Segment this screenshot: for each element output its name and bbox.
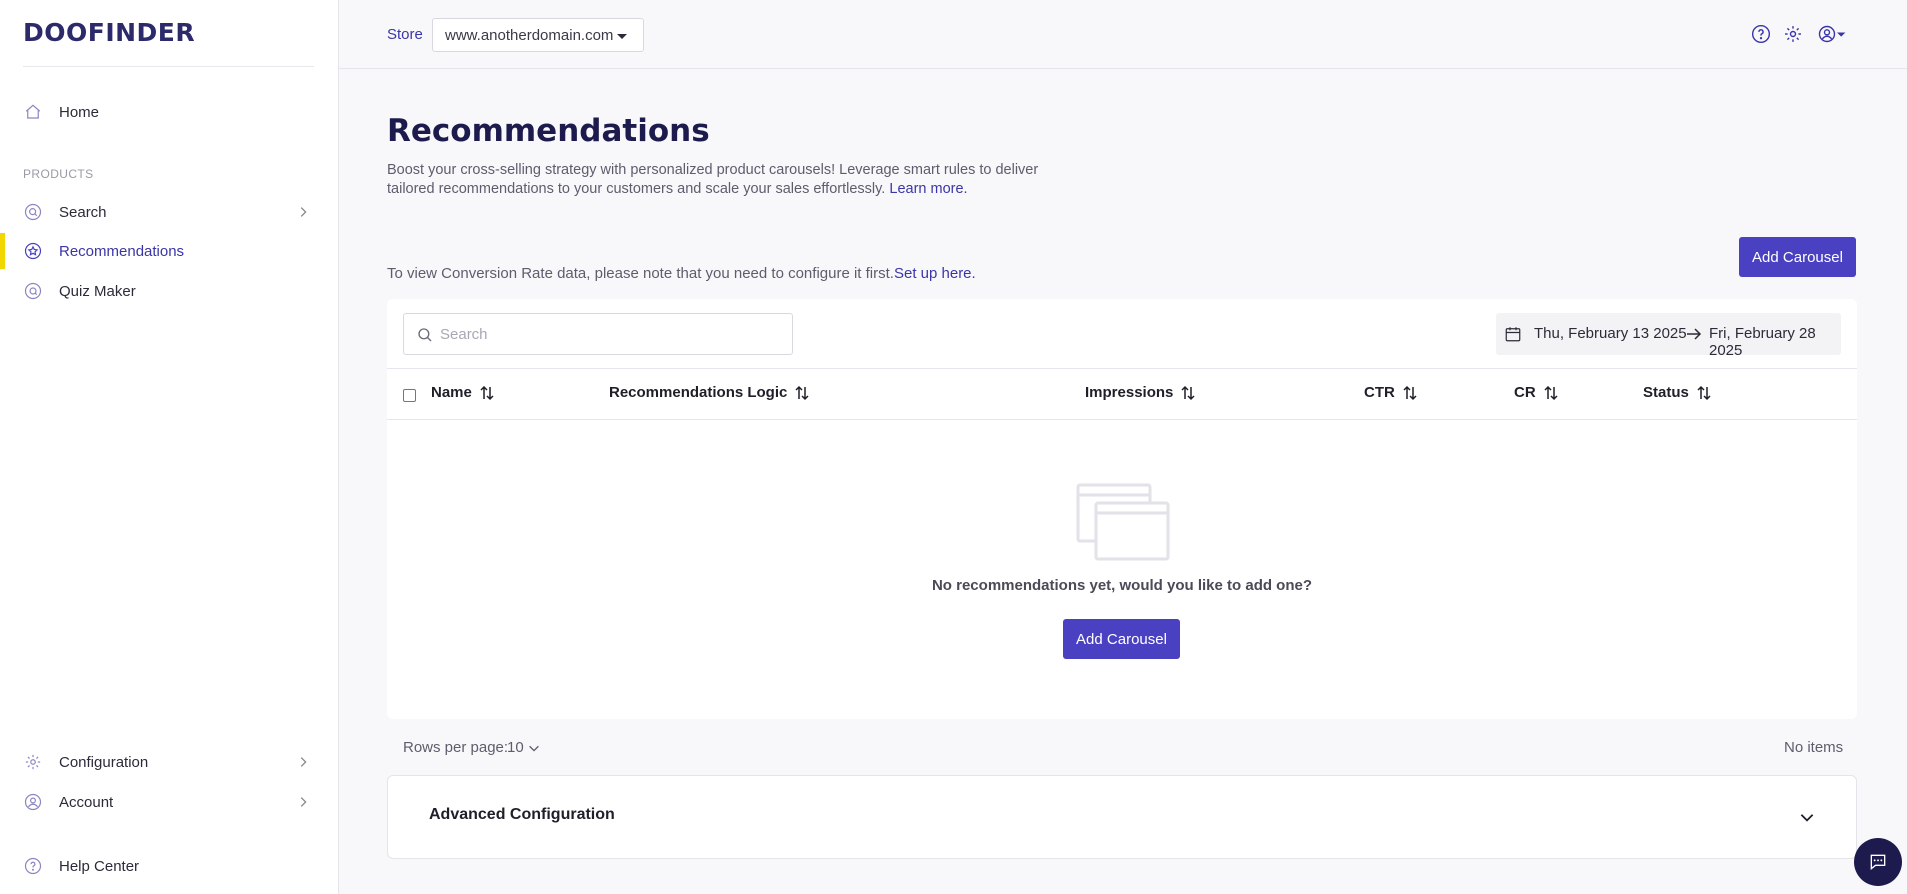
date-from: Thu, February 13 2025	[1534, 325, 1687, 342]
home-icon	[25, 104, 41, 119]
sidebar-item-label: Home	[59, 103, 100, 121]
sidebar-item-label: Configuration	[59, 753, 149, 771]
recommendations-table-card: Thu, February 13 2025 Fri, February 28 2…	[387, 299, 1857, 719]
sort-icon	[1697, 385, 1711, 400]
column-label: Name	[431, 384, 472, 401]
sidebar-item-recommendations[interactable]: Recommendations	[0, 233, 339, 269]
sidebar-item-account[interactable]: Account	[0, 784, 339, 820]
empty-state-message: No recommendations yet, would you like t…	[931, 577, 1313, 594]
table-header: Name Recommendations Logic Impressions C…	[387, 368, 1857, 420]
sidebar-item-search[interactable]: Search	[0, 194, 339, 230]
rows-per-page-label: Rows per page:	[403, 739, 509, 756]
column-header-status[interactable]: Status	[1643, 384, 1712, 401]
sidebar-item-help-center[interactable]: Help Center	[0, 848, 339, 884]
sidebar-divider	[23, 66, 314, 67]
search-icon	[418, 328, 432, 342]
sidebar-item-label: Help Center	[59, 857, 140, 875]
sidebar-item-label: Recommendations	[59, 242, 185, 260]
arrow-right-icon	[1687, 328, 1702, 340]
setup-here-link[interactable]: Set up here.	[894, 265, 976, 282]
caret-down-icon	[617, 34, 627, 39]
user-account-icon[interactable]	[1815, 24, 1849, 44]
user-circle-icon	[24, 793, 42, 811]
sort-icon	[1544, 385, 1558, 400]
search-input[interactable]	[440, 323, 780, 345]
search-circle-icon	[24, 203, 42, 221]
column-header-recommendations-logic[interactable]: Recommendations Logic	[609, 384, 810, 401]
sort-icon	[1181, 385, 1195, 400]
learn-more-link[interactable]: Learn more.	[889, 181, 967, 197]
gear-icon	[25, 754, 41, 770]
empty-add-carousel-button[interactable]: Add Carousel	[1063, 619, 1180, 659]
calendar-icon	[1505, 327, 1521, 342]
top-bar: Store www.anotherdomain.com	[339, 0, 1907, 69]
empty-windows-illustration	[1076, 483, 1170, 561]
date-to: Fri, February 28 2025	[1709, 325, 1816, 359]
chevron-right-icon	[300, 797, 307, 807]
sidebar-item-label: Quiz Maker	[59, 282, 136, 300]
star-circle-icon	[24, 242, 42, 260]
column-header-cr[interactable]: CR	[1514, 384, 1559, 401]
sidebar-item-quiz-maker[interactable]: Quiz Maker	[0, 273, 339, 309]
doofinder-logo[interactable]: DOOFINDER	[23, 18, 195, 47]
store-select-value: www.anotherdomain.com	[445, 27, 614, 44]
sidebar-item-label: Search	[59, 203, 107, 221]
column-label: CTR	[1364, 384, 1395, 401]
chevron-down-icon	[1800, 814, 1814, 822]
chat-support-button[interactable]	[1854, 838, 1902, 886]
page-title: Recommendations	[387, 113, 710, 149]
chevron-right-icon	[300, 207, 307, 217]
notice-text: To view Conversion Rate data, please not…	[387, 265, 894, 282]
rows-per-page-value: 10	[507, 739, 524, 756]
sort-icon	[1403, 385, 1417, 400]
section-label-products: PRODUCTS	[23, 167, 94, 181]
items-count: No items	[1784, 739, 1844, 756]
page-description: Boost your cross-selling strategy with p…	[387, 161, 1047, 199]
rows-per-page-select[interactable]: 10	[507, 739, 541, 756]
accordion-title: Advanced Configuration	[429, 806, 615, 823]
sidebar-item-home[interactable]: Home	[0, 94, 339, 130]
sidebar: DOOFINDER Home PRODUCTS Search Recommend…	[0, 0, 339, 894]
sort-icon	[795, 385, 809, 400]
search-field[interactable]	[403, 313, 793, 355]
quiz-circle-icon	[24, 282, 42, 300]
chevron-right-icon	[300, 757, 307, 767]
select-all-checkbox[interactable]	[403, 389, 416, 402]
help-circle-icon	[24, 857, 42, 875]
advanced-configuration-accordion[interactable]: Advanced Configuration	[387, 775, 1857, 859]
sidebar-item-configuration[interactable]: Configuration	[0, 744, 339, 780]
date-range-picker[interactable]: Thu, February 13 2025 Fri, February 28 2…	[1496, 313, 1841, 359]
column-header-name[interactable]: Name	[431, 384, 495, 401]
settings-gear-icon[interactable]	[1783, 24, 1803, 44]
conversion-rate-notice: To view Conversion Rate data, please not…	[387, 265, 976, 282]
column-label: Status	[1643, 384, 1689, 401]
column-header-impressions[interactable]: Impressions	[1085, 384, 1196, 401]
sort-icon	[480, 385, 494, 400]
store-label: Store	[387, 26, 423, 43]
chevron-down-icon	[528, 745, 539, 752]
column-label: Recommendations Logic	[609, 384, 788, 401]
help-icon[interactable]	[1751, 24, 1771, 44]
sidebar-item-label: Account	[59, 793, 114, 811]
column-label: Impressions	[1085, 384, 1174, 401]
add-carousel-button[interactable]: Add Carousel	[1739, 237, 1856, 277]
chat-bubble-icon	[1870, 854, 1886, 871]
store-select[interactable]: www.anotherdomain.com	[432, 18, 644, 52]
column-label: CR	[1514, 384, 1536, 401]
column-header-ctr[interactable]: CTR	[1364, 384, 1418, 401]
